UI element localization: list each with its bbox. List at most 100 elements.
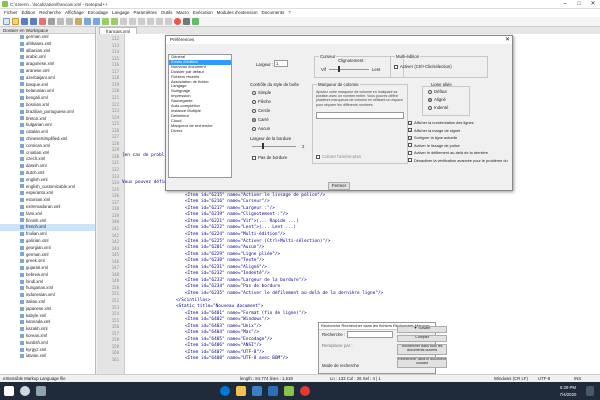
option-checkbox[interactable]: ✓ Afficher la numérotation des lignes <box>408 120 474 125</box>
code-line[interactable]: <Item id="6406" name="ANSI"/> <box>185 343 262 348</box>
wrap-radio[interactable]: Indenté <box>428 105 448 110</box>
print-icon[interactable] <box>48 18 55 25</box>
code-line[interactable]: <Item id="6224" name="Multi-édition"/> <box>185 232 285 237</box>
code-line[interactable]: <Item id="6404" name="Mac"/> <box>185 330 259 335</box>
mail-icon[interactable] <box>268 386 278 396</box>
list-item[interactable]: latvian.xml <box>0 353 95 360</box>
play-macro-icon[interactable] <box>192 18 199 25</box>
code-line[interactable]: <Item id="6402" name="Windows"/> <box>185 317 270 322</box>
word-wrap-icon[interactable] <box>147 18 154 25</box>
find-action-button[interactable]: Compter <box>397 335 447 342</box>
list-item[interactable]: estonian.xml <box>0 197 95 204</box>
list-item[interactable]: brazilian_portuguese.xml <box>0 109 95 116</box>
record-macro-icon[interactable] <box>174 18 181 25</box>
list-item[interactable]: kabyle.xml <box>0 313 95 320</box>
folder-style-radio[interactable]: Flèche <box>252 99 271 104</box>
code-line[interactable]: <Item id="6405" name="Encodage"/> <box>185 337 272 342</box>
cut-icon[interactable] <box>57 18 64 25</box>
find-action-button[interactable]: ▼ Suivant <box>397 326 447 333</box>
chrome-icon[interactable] <box>300 386 310 396</box>
list-item[interactable]: finnish.xml <box>0 218 95 225</box>
list-item[interactable]: bulgarian.xml <box>0 122 95 129</box>
menu-item-8[interactable]: Macro <box>176 9 189 17</box>
menu-item-3[interactable]: Affichage <box>65 9 84 17</box>
menu-item-2[interactable]: Recherche <box>39 9 61 17</box>
list-item[interactable]: czech.xml <box>0 156 95 163</box>
list-item[interactable]: italian.xml <box>0 299 95 306</box>
list-item[interactable]: kyrgyz.xml <box>0 347 95 354</box>
list-item[interactable]: hungarian.xml <box>0 285 95 292</box>
zoom-out-icon[interactable] <box>129 18 136 25</box>
code-line[interactable]: <Item id="6233" name="Largeur de la bord… <box>185 278 307 283</box>
code-line[interactable]: [en cas de probl <box>122 153 164 158</box>
list-item[interactable]: french.xml <box>0 224 95 232</box>
code-line[interactable]: <Item id="6230" name="Texte"/> <box>185 258 264 263</box>
category-list[interactable]: Général Zones d'édition Nouveau document Do… <box>168 54 232 178</box>
column-marker-input[interactable] <box>316 112 404 119</box>
code-line[interactable]: <Item id="6234" name="Pas de bordure <box>185 284 280 289</box>
list-item[interactable]: hebrew.xml <box>0 272 95 279</box>
list-item[interactable]: croatian.xml <box>0 150 95 157</box>
dialog-close-icon[interactable]: ✕ <box>505 36 510 44</box>
list-item[interactable]: afrikaans.xml <box>0 41 95 48</box>
list-item[interactable]: esperanto.xml <box>0 190 95 197</box>
list-item[interactable]: korean.xml <box>0 333 95 340</box>
paste-icon[interactable] <box>75 18 82 25</box>
menu-item-1[interactable]: Édition <box>22 9 36 17</box>
code-line[interactable]: <Item id="6222" name="Lent">(... Lent ..… <box>185 225 296 230</box>
code-line[interactable]: <Item id="6216" name="Curseur"/> <box>185 199 270 204</box>
minimize-button[interactable]: – <box>558 0 572 9</box>
code-line[interactable]: <Item id="6401" name="Format (fin de lig… <box>185 311 307 316</box>
tab-francais-xml[interactable]: francais.xml <box>99 27 138 34</box>
redo-icon[interactable] <box>93 18 100 25</box>
list-item[interactable]: english_customizable.xml <box>0 184 95 191</box>
menu-item-9[interactable]: Exécution <box>193 9 213 17</box>
menu-item-0[interactable]: Fichier <box>4 9 18 17</box>
notepadpp-icon[interactable] <box>284 386 294 396</box>
list-item[interactable]: german.xml <box>0 34 95 41</box>
clock-date[interactable]: 7/4/2020 <box>556 392 580 397</box>
option-checkbox[interactable]: Activer le défilement au-delà de la dern… <box>408 150 488 155</box>
list-item[interactable]: azerbaijani.xml <box>0 75 95 82</box>
option-checkbox[interactable]: ✓ Surligner la ligne actuelle <box>408 135 457 140</box>
save-all-icon[interactable] <box>30 18 37 25</box>
save-icon[interactable] <box>21 18 28 25</box>
maximize-button[interactable]: □ <box>572 0 586 9</box>
find-action-button[interactable]: Rechercher dans tous les documents ouver… <box>397 344 447 355</box>
replace-icon[interactable] <box>111 18 118 25</box>
list-item[interactable]: gujarati.xml <box>0 265 95 272</box>
list-item[interactable]: aragonese.xml <box>0 61 95 68</box>
start-icon[interactable] <box>4 386 14 396</box>
open-file-icon[interactable] <box>12 18 19 25</box>
menu-item-10[interactable]: Modules d'extension <box>217 9 258 17</box>
clock-time[interactable]: 6:29 PM <box>556 385 580 390</box>
menu-item-5[interactable]: Langage <box>112 9 130 17</box>
menu-item-6[interactable]: Paramètres <box>134 9 157 17</box>
list-item[interactable]: english.xml <box>0 177 95 184</box>
code-line[interactable]: <Item id="6225" name="Activer (Ctrl+Mult… <box>185 239 330 244</box>
cursor-width-select[interactable]: 1 <box>274 60 288 67</box>
list-item[interactable]: bosnian.xml <box>0 102 95 109</box>
list-item[interactable]: breton.xml <box>0 116 95 123</box>
code-line[interactable]: <Item id="6232" name="Indenté"/> <box>185 271 270 276</box>
code-line[interactable]: </Scintillas> <box>176 298 210 303</box>
option-checkbox[interactable]: ✓ Afficher la marge de signet <box>408 128 460 133</box>
code-line[interactable]: <Item id="6217" name="Largeur :"/> <box>185 206 275 211</box>
folder-style-radio[interactable]: Aucun <box>252 126 270 131</box>
code-line[interactable]: <Item id="6407" name="UTF-8"/> <box>185 350 264 355</box>
folder-style-radio[interactable]: Simple <box>252 90 271 95</box>
undo-icon[interactable] <box>84 18 91 25</box>
notification-icon[interactable] <box>586 386 594 396</box>
blink-rate-slider[interactable] <box>329 69 369 70</box>
list-item[interactable]: galician.xml <box>0 238 95 245</box>
code-line[interactable]: <Item id="6215" name="Activer le lissage… <box>185 193 325 198</box>
multi-edit-checkbox[interactable]: Activer (Ctrl+Clic/sélection) <box>394 64 452 69</box>
code-line[interactable]: <Item id="6403" name="Unix"/> <box>185 324 262 329</box>
list-item[interactable]: friulian.xml <box>0 231 95 238</box>
list-item[interactable]: albanian.xml <box>0 48 95 55</box>
no-border-checkbox[interactable]: Pas de bordure <box>252 155 287 160</box>
list-item[interactable]: catalan.xml <box>0 129 95 136</box>
new-file-icon[interactable] <box>3 18 10 25</box>
indent-guide-icon[interactable] <box>165 18 172 25</box>
find-action-button[interactable]: Rechercher dans le document courant <box>397 357 447 368</box>
